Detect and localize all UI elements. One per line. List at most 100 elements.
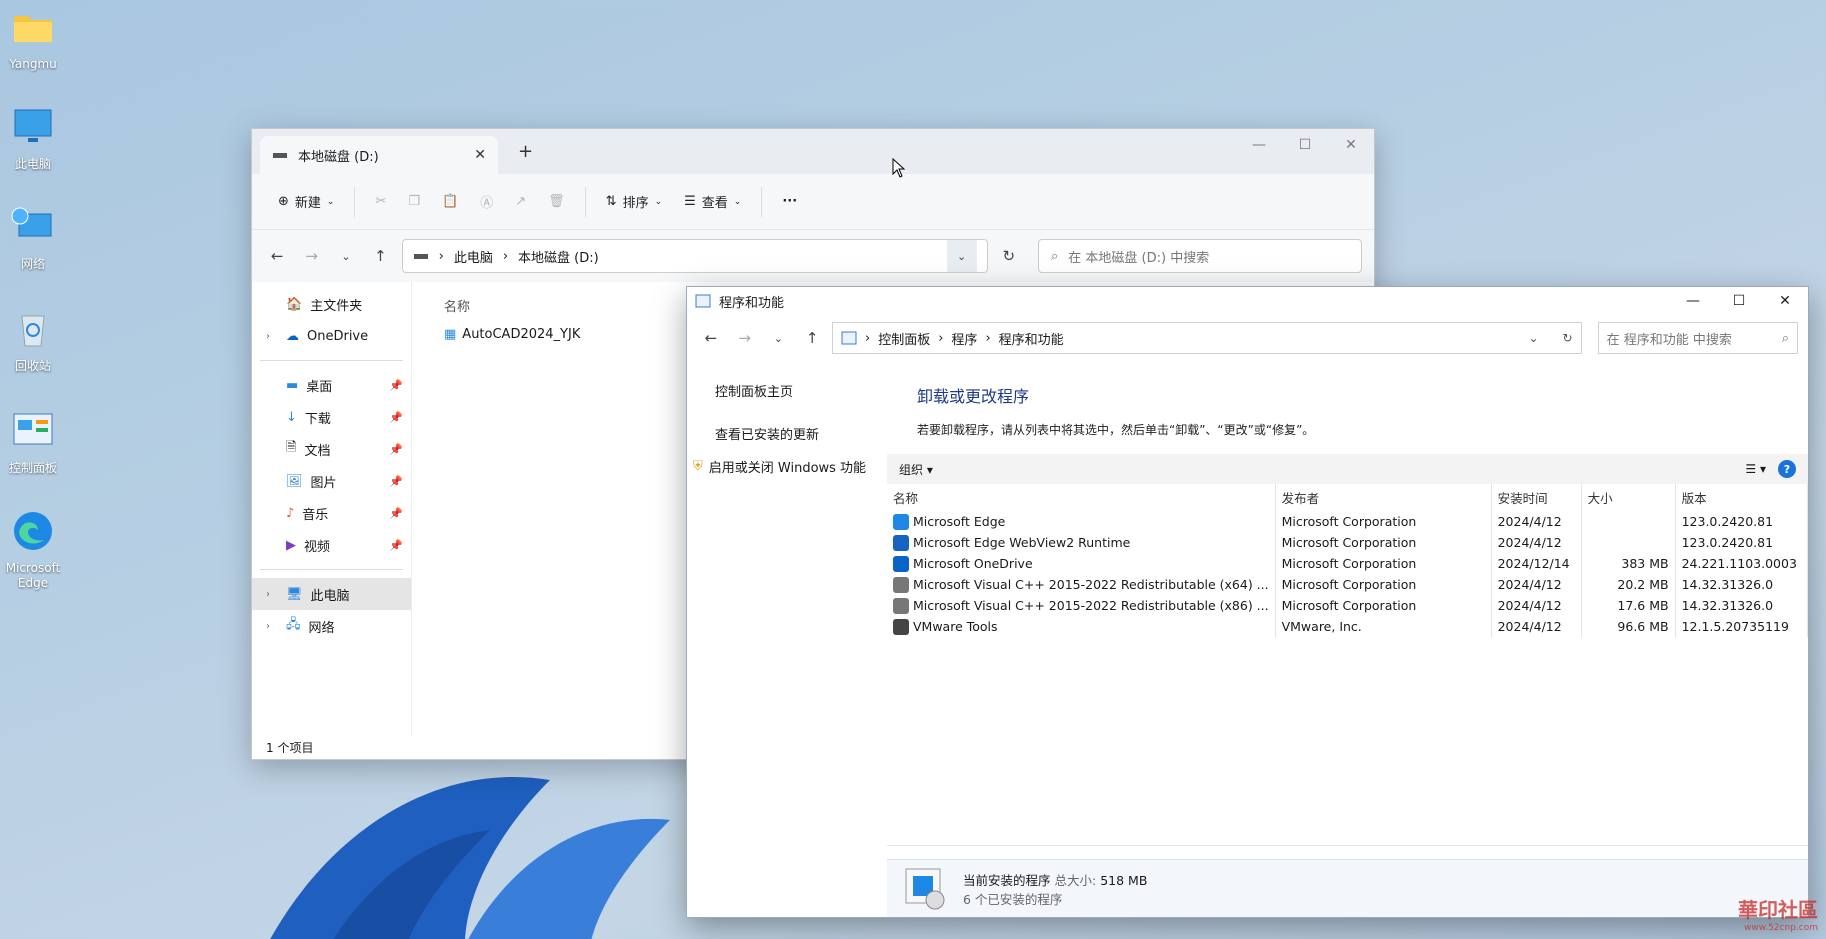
explorer-search-input[interactable]: ⌕ 在 本地磁盘 (D:) 中搜索 <box>1037 239 1362 273</box>
column-header-version[interactable]: 版本 <box>1675 484 1808 511</box>
nav-item-home[interactable]: 🏠 主文件夹 <box>252 288 411 320</box>
nav-item-network[interactable]: › 🖧 网络 <box>252 610 411 642</box>
nav-item-desktop[interactable]: ▬ 桌面 📌 <box>252 369 411 401</box>
desktop-icon-label: Microsoft Edge <box>5 561 61 590</box>
nav-item-documents[interactable]: 🗎 文档 📌 <box>252 433 411 465</box>
close-tab-icon[interactable]: ✕ <box>474 147 486 163</box>
help-icon[interactable]: ? <box>1778 460 1796 478</box>
paste-icon[interactable]: 📋 <box>434 188 466 215</box>
explorer-address-bar[interactable]: › 此电脑 › 本地磁盘 (D:) ⌄ <box>401 239 988 273</box>
forward-icon[interactable]: → <box>298 247 324 265</box>
chevron-right-icon[interactable]: › <box>266 331 278 342</box>
close-icon[interactable]: ✕ <box>1762 287 1808 315</box>
back-icon[interactable]: ← <box>697 329 725 347</box>
desktop-icon-edge[interactable]: Microsoft Edge <box>0 508 66 591</box>
refresh-icon[interactable]: ↻ <box>996 247 1022 265</box>
back-icon[interactable]: ← <box>264 247 290 265</box>
installed-programs-icon <box>905 868 945 909</box>
table-row[interactable]: Microsoft OneDrive Microsoft Corporation 2… <box>887 553 1808 574</box>
programs-address-bar[interactable]: › 控制面板 › 程序 › 程序和功能 ⌄ ↻ <box>832 322 1582 354</box>
desktop-icon-yangmu[interactable]: Yangmu <box>0 4 66 72</box>
pin-icon[interactable]: 📌 <box>389 539 403 552</box>
breadcrumb-programs[interactable]: 程序 <box>951 329 977 348</box>
copy-icon[interactable]: ❐ <box>400 188 428 215</box>
drive-icon <box>273 153 287 158</box>
forward-icon[interactable]: → <box>731 329 759 347</box>
column-header-size[interactable]: 大小 <box>1581 484 1676 511</box>
toolbar-divider <box>584 186 586 217</box>
recent-locations-icon[interactable]: ⌄ <box>333 250 359 263</box>
sort-button[interactable]: ⇅ 排序 ⌄ <box>598 186 670 217</box>
link-control-panel-home[interactable]: 控制面板主页 <box>715 381 887 400</box>
pin-icon[interactable]: 📌 <box>389 475 403 488</box>
column-header-name[interactable]: 名称 <box>887 484 1276 511</box>
pin-icon[interactable]: 📌 <box>389 379 403 392</box>
desktop-icon-controlpanel[interactable]: 控制面板 <box>0 408 66 476</box>
programs-titlebar: 程序和功能 — ☐ ✕ <box>687 287 1808 315</box>
program-version-cell: 14.32.31326.0 <box>1675 574 1808 595</box>
monitor-icon: 🖥 <box>286 586 303 602</box>
table-row[interactable]: Microsoft Edge Microsoft Corporation 2024/… <box>887 511 1808 532</box>
refresh-icon[interactable]: ↻ <box>1563 331 1573 345</box>
desktop-icon-network[interactable]: 网络 <box>0 204 66 272</box>
chevron-right-icon[interactable]: › <box>266 621 278 632</box>
program-name-cell: Microsoft Edge WebView2 Runtime <box>887 532 1276 553</box>
program-size-cell: 20.2 MB <box>1581 574 1676 595</box>
maximize-icon[interactable]: ☐ <box>1282 129 1328 161</box>
breadcrumb-thispc[interactable]: 此电脑 <box>454 247 493 266</box>
total-size-label: 总大小: <box>1054 872 1097 888</box>
column-header-publisher[interactable]: 发布者 <box>1275 484 1492 511</box>
programs-search-input[interactable]: 在 程序和功能 中搜索 ⌕ <box>1597 322 1798 354</box>
delete-icon[interactable]: 🗑 <box>540 188 573 215</box>
table-row[interactable]: Microsoft Visual C++ 2015-2022 Redistrib… <box>887 595 1808 616</box>
nav-item-onedrive[interactable]: › ☁ OneDrive <box>252 320 411 352</box>
link-windows-features[interactable]: ⛨ 启用或关闭 Windows 功能 <box>693 457 887 476</box>
nav-item-music[interactable]: ♪ 音乐 📌 <box>252 497 411 529</box>
breadcrumb-drive[interactable]: 本地磁盘 (D:) <box>518 247 599 266</box>
explorer-toolbar: ⊕ 新建 ⌄ ✂ ❐ 📋 Ⓐ ↗ 🗑 ⇅ 排序 ⌄ ☰ 查看 ⌄ ··· <box>252 174 1374 230</box>
pin-icon[interactable]: 📌 <box>389 411 403 424</box>
breadcrumb-control-panel[interactable]: 控制面板 <box>878 329 930 348</box>
programs-details-pane: 当前安装的程序 总大小: 518 MB 6 个已安装的程序 <box>887 859 1808 917</box>
share-icon[interactable]: ↗ <box>507 188 534 215</box>
column-header-date[interactable]: 安装时间 <box>1491 484 1582 511</box>
table-row[interactable]: Microsoft Visual C++ 2015-2022 Redistrib… <box>887 574 1808 595</box>
recent-locations-icon[interactable]: ⌄ <box>765 332 793 345</box>
view-options-icon[interactable]: ☰ ▾ <box>1745 462 1766 476</box>
desktop-icon-thispc[interactable]: 此电脑 <box>0 104 66 172</box>
link-view-installed-updates[interactable]: 查看已安装的更新 <box>715 424 887 443</box>
address-history-dropdown[interactable]: ⌄ <box>946 240 977 272</box>
nav-item-thispc[interactable]: › 🖥 此电脑 <box>252 578 411 610</box>
up-icon[interactable]: ↑ <box>367 247 393 265</box>
shield-icon: ⛨ <box>693 459 703 474</box>
table-row[interactable]: Microsoft Edge WebView2 Runtime Microsoft… <box>887 532 1808 553</box>
table-row[interactable]: VMware Tools VMware, Inc. 2024/4/12 96.6 MB… <box>887 616 1808 637</box>
maximize-icon[interactable]: ☐ <box>1716 287 1762 315</box>
program-date-cell: 2024/4/12 <box>1491 511 1582 532</box>
minimize-icon[interactable]: — <box>1236 129 1282 161</box>
new-button[interactable]: ⊕ 新建 ⌄ <box>270 186 342 217</box>
cut-icon[interactable]: ✂ <box>367 188 394 215</box>
pin-icon[interactable]: 📌 <box>389 507 403 520</box>
chevron-down-icon: ⌄ <box>733 196 742 207</box>
nav-item-downloads[interactable]: ↓ 下载 📌 <box>252 401 411 433</box>
nav-item-videos[interactable]: ▶ 视频 📌 <box>252 529 411 561</box>
breadcrumb-programs-features[interactable]: 程序和功能 <box>999 329 1064 348</box>
view-button[interactable]: ☰ 查看 ⌄ <box>676 186 749 217</box>
minimize-icon[interactable]: — <box>1670 287 1716 315</box>
close-icon[interactable]: ✕ <box>1328 129 1374 161</box>
program-size-cell <box>1581 511 1676 532</box>
explorer-tab[interactable]: 本地磁盘 (D:) ✕ <box>260 136 498 174</box>
new-tab-icon[interactable]: + <box>518 141 533 162</box>
more-options-button[interactable]: ··· <box>774 188 805 215</box>
organize-button[interactable]: 组织 ▾ <box>899 461 933 478</box>
desktop-icon-recycle[interactable]: 回收站 <box>0 306 66 374</box>
nav-item-pictures[interactable]: 🖼 图片 📌 <box>252 465 411 497</box>
address-history-dropdown[interactable]: ⌄ <box>1528 331 1538 345</box>
chevron-right-icon[interactable]: › <box>266 589 278 600</box>
toolbar-divider <box>354 186 356 217</box>
pin-icon[interactable]: 📌 <box>389 443 403 456</box>
up-icon[interactable]: ↑ <box>798 329 826 347</box>
rename-icon[interactable]: Ⓐ <box>472 186 501 217</box>
programs-list: 名称 发布者 安装时间 大小 版本 Microsoft Edge Microsof… <box>887 484 1808 846</box>
